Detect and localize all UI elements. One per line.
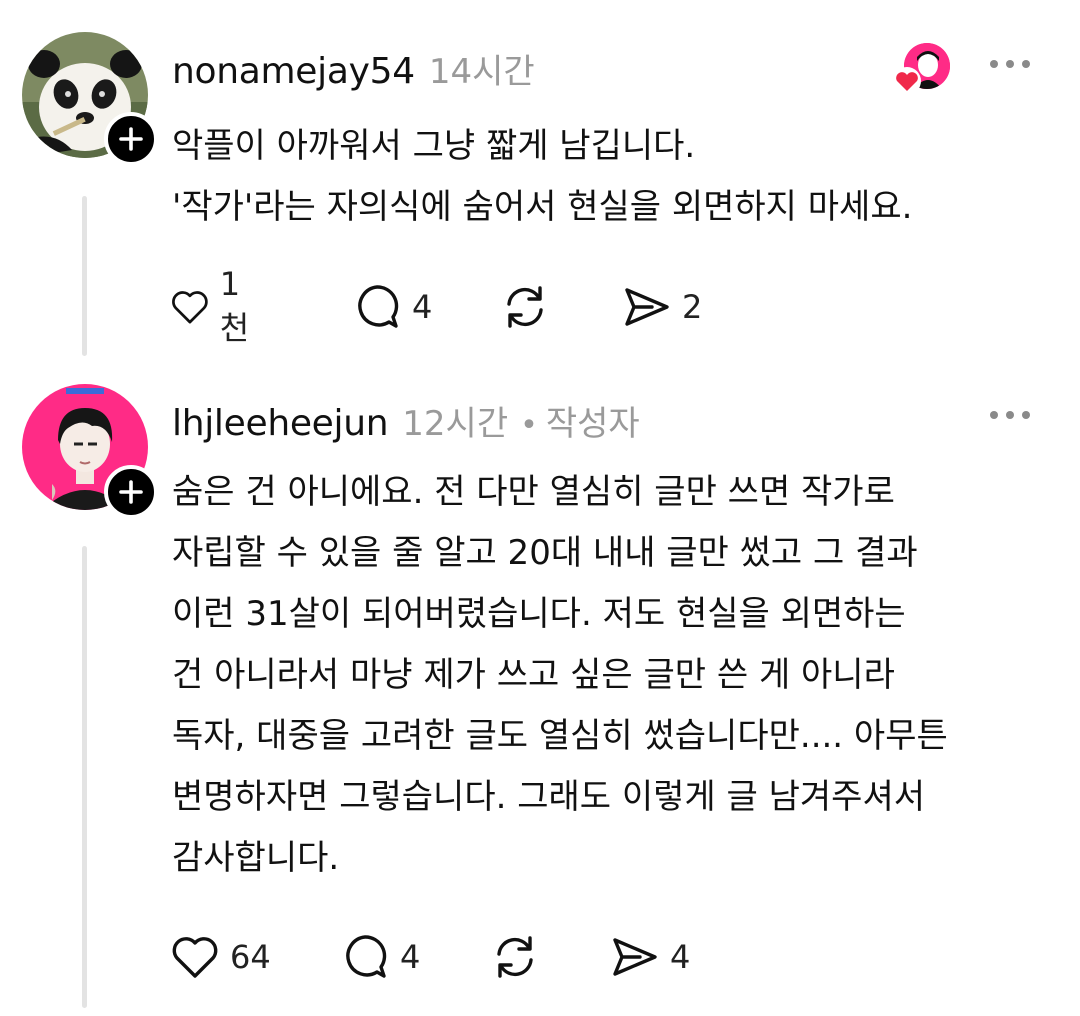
text-line: 숨은 건 아니에요. 전 다만 열심히 글만 쓰면 작가로 <box>172 472 895 512</box>
reply-count: 4 <box>412 288 433 326</box>
reply-count: 4 <box>400 938 421 976</box>
reply-button[interactable]: 4 <box>340 932 420 982</box>
text-line: 자립할 수 있을 줄 알고 20대 내내 글만 썼고 그 결과 <box>172 533 918 573</box>
repost-button[interactable] <box>500 282 550 332</box>
repost-button[interactable] <box>490 932 540 982</box>
thread-line <box>82 546 87 1008</box>
text-line: '작가'라는 자의식에 숨어서 현실을 외면하지 마세요. <box>172 187 913 227</box>
text-line: 변명하자면 그렇습니다. 그래도 이렇게 글 남겨주셔서 <box>172 777 926 817</box>
author-tag: 작성자 <box>545 404 640 444</box>
timestamp: 12시간 <box>402 404 509 444</box>
more-icon[interactable] <box>988 408 1032 422</box>
heart-icon <box>172 291 208 324</box>
text-line: 독자, 대중을 고려한 글도 열심히 썼습니다만.... 아무튼 <box>172 716 948 756</box>
repost-icon <box>507 286 543 328</box>
share-button[interactable]: 4 <box>610 932 690 982</box>
heart-icon <box>172 937 218 978</box>
username[interactable]: lhjleeheejun <box>172 403 389 444</box>
thread-line <box>82 196 87 356</box>
like-count: 64 <box>230 938 271 976</box>
comment-icon <box>346 935 387 978</box>
comment-text: 악플이 아까워서 그냥 짧게 남깁니다. '작가'라는 자의식에 숨어서 현실을… <box>172 116 912 238</box>
follow-button[interactable] <box>104 112 158 166</box>
reply-button[interactable]: 4 <box>352 282 432 332</box>
share-count: 2 <box>682 288 703 326</box>
plus-icon <box>119 480 143 504</box>
share-icon <box>613 938 657 976</box>
repost-icon <box>497 936 533 978</box>
text-line: 건 아니라서 마냥 제가 쓰고 싶은 글만 쓴 게 아니라 <box>172 655 895 695</box>
like-count: 1천 <box>219 265 250 347</box>
more-icon[interactable] <box>988 57 1032 71</box>
comment-header: nonamejay54 14시간 <box>172 44 535 93</box>
text-line: 이런 31살이 되어버렸습니다. 저도 현실을 외면하는 <box>172 594 906 634</box>
comment-text: 숨은 건 아니에요. 전 다만 열심히 글만 쓰면 작가로 자립할 수 있을 줄… <box>172 462 948 889</box>
username[interactable]: nonamejay54 <box>172 51 415 92</box>
comment-header: lhjleeheejun 12시간 • 작성자 <box>172 396 640 445</box>
separator-dot: • <box>520 408 538 443</box>
like-button[interactable]: 1천 <box>170 265 259 347</box>
text-line: 감사합니다. <box>172 838 340 878</box>
like-button[interactable]: 64 <box>170 932 271 982</box>
share-button[interactable]: 2 <box>622 282 702 332</box>
share-count: 4 <box>670 938 691 976</box>
follow-button[interactable] <box>104 465 158 519</box>
heart-badge-icon <box>893 67 921 95</box>
comment-icon <box>358 285 399 328</box>
plus-icon <box>119 127 143 151</box>
share-icon <box>625 288 669 326</box>
timestamp: 14시간 <box>428 52 535 92</box>
text-line: 악플이 아까워서 그냥 짧게 남깁니다. <box>172 126 696 166</box>
